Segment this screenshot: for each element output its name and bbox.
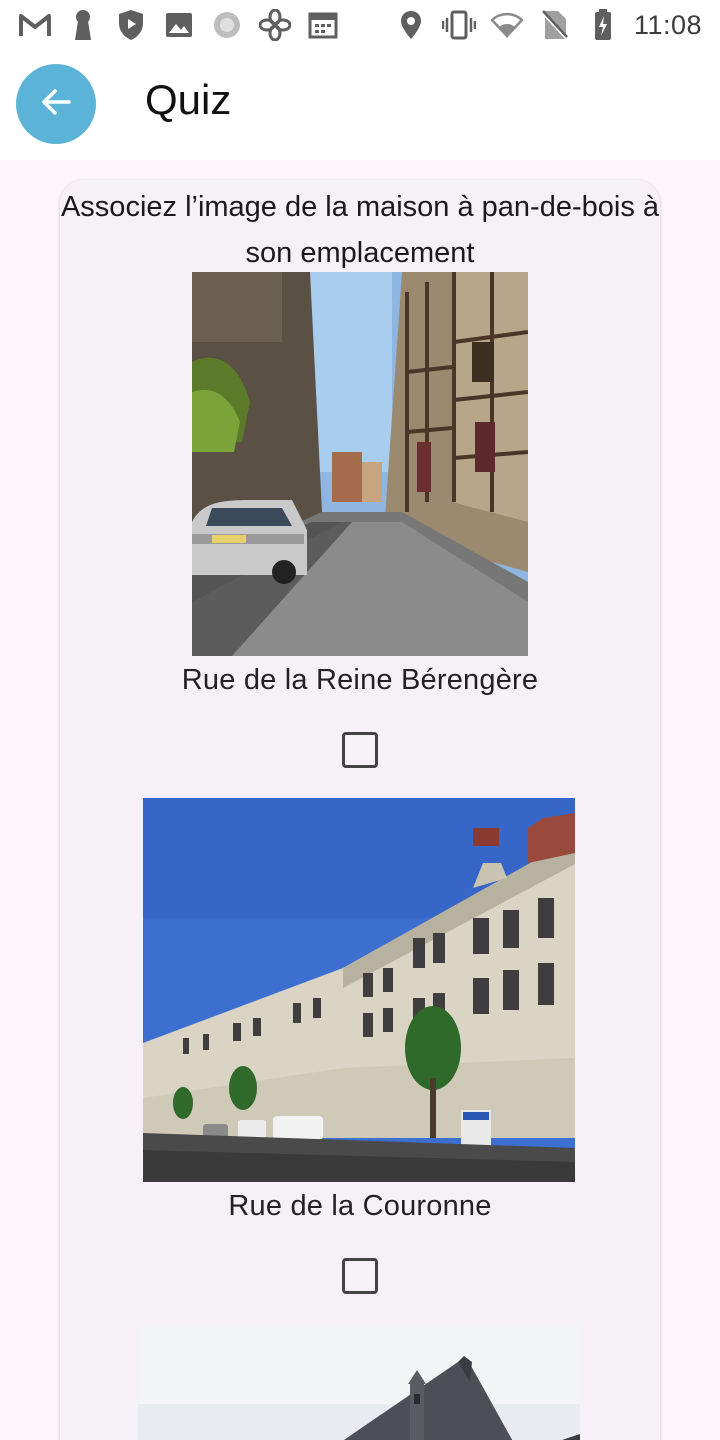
keyhole-icon (66, 8, 100, 42)
fan-icon (258, 8, 292, 42)
arrow-back-icon (38, 84, 74, 125)
option-label-1: Rue de la Reine Bérengère (181, 664, 539, 696)
battery-charging-icon (586, 8, 620, 42)
quiz-card: Associez l’image de la maison à pan-de-b… (60, 180, 660, 1440)
shield-play-icon (114, 8, 148, 42)
option-checkbox-2[interactable] (342, 1258, 378, 1294)
option-checkbox-1[interactable] (342, 732, 378, 768)
gmail-icon (18, 8, 52, 42)
no-sim-icon (538, 8, 572, 42)
sync-icon (210, 8, 244, 42)
status-right-icons: 11:08 (388, 8, 702, 42)
option-image-2 (143, 798, 575, 1182)
page-title: Quiz (145, 76, 232, 123)
wifi-icon (490, 8, 524, 42)
status-bar: 11:08 (0, 0, 720, 50)
clock-time: 11:08 (633, 9, 702, 40)
option-label-2: Rue de la Couronne (228, 1190, 492, 1222)
calendar-icon (306, 8, 340, 42)
option-image-3 (138, 1324, 580, 1440)
location-icon (394, 8, 428, 42)
back-button[interactable] (16, 64, 96, 144)
option-image-1 (192, 272, 528, 656)
quiz-question: Associez l’image de la maison à pan-de-b… (60, 191, 660, 269)
status-left-icons (18, 8, 354, 42)
image-icon (162, 8, 196, 42)
vibrate-icon (441, 8, 476, 42)
app-bar: Quiz (0, 50, 720, 160)
